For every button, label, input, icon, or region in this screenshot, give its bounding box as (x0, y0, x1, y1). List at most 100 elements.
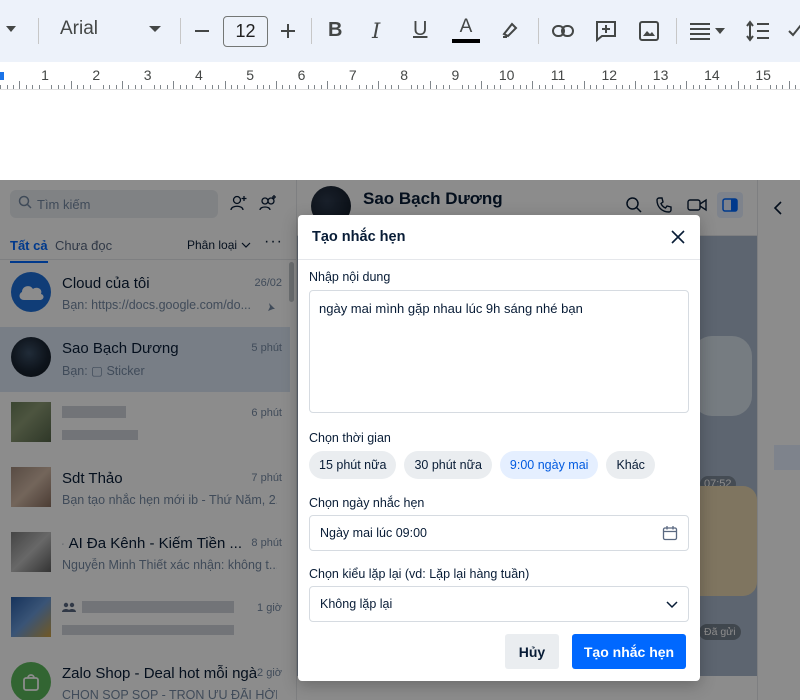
ruler-tick (154, 85, 155, 89)
ruler-tick (788, 81, 790, 89)
ruler-number: 8 (400, 67, 408, 83)
text-color-icon[interactable]: A (452, 16, 480, 43)
ruler-number: 13 (652, 67, 669, 83)
ruler-tick (333, 85, 335, 89)
ruler-number: 10 (498, 67, 515, 83)
dialog-header: Tạo nhắc hẹn (298, 215, 700, 260)
ruler-number: 5 (246, 67, 255, 83)
ruler-tick (57, 85, 59, 89)
ruler-tick (615, 85, 617, 89)
ruler-tick (109, 85, 111, 89)
ruler-tick (750, 85, 752, 89)
ruler-tick (64, 85, 66, 89)
ruler-tick (263, 85, 265, 89)
ruler-number: 1 (41, 67, 49, 83)
link-icon[interactable] (551, 21, 575, 41)
increase-size-icon[interactable] (279, 22, 297, 40)
calendar-icon[interactable] (662, 525, 678, 544)
ruler-tick (551, 85, 553, 89)
underline-icon[interactable]: U (413, 18, 427, 41)
ruler-tick (776, 85, 778, 89)
ruler-tick (673, 85, 675, 89)
chip-tomorrow-9am[interactable]: 9:00 ngày mai (499, 451, 599, 479)
ruler-tick (38, 85, 40, 89)
ruler-tick (743, 85, 745, 89)
content-label: Nhập nội dung (309, 270, 391, 284)
ruler-tick (70, 81, 72, 89)
checklist-icon[interactable] (788, 22, 800, 40)
ruler-tick (737, 81, 739, 89)
font-dropdown-icon[interactable] (148, 24, 162, 34)
ruler-tick (397, 85, 399, 89)
ruler-tick (692, 85, 694, 89)
indent-marker[interactable] (0, 72, 4, 80)
ruler-tick (6, 85, 8, 89)
highlight-icon[interactable] (500, 20, 520, 40)
create-reminder-button[interactable]: Tạo nhắc hẹn (572, 634, 686, 669)
ruler-tick (173, 81, 175, 89)
ruler-number: 7 (348, 67, 357, 83)
ruler-tick (25, 85, 27, 89)
cancel-button[interactable]: Hủy (505, 634, 559, 669)
align-icon[interactable] (689, 22, 725, 40)
font-family-select[interactable]: Arial (60, 18, 98, 40)
ruler-tick (378, 81, 380, 89)
ruler-tick (416, 85, 418, 89)
ruler-tick (686, 81, 688, 89)
ruler-tick (211, 85, 213, 89)
bold-icon[interactable]: B (328, 19, 342, 42)
ruler-tick (756, 85, 758, 89)
ruler-tick (481, 81, 483, 89)
create-reminder-dialog: Tạo nhắc hẹn Nhập nội dung ngày mai mình… (298, 215, 700, 681)
ruler-tick (647, 85, 649, 89)
comment-icon[interactable] (594, 19, 618, 43)
ruler-tick (0, 85, 2, 89)
chip-other[interactable]: Khác (606, 451, 655, 479)
ruler: 1 2 3 4 5 6 7 8 9 10 11 12 13 14 15 (0, 62, 800, 90)
line-spacing-icon[interactable] (746, 20, 770, 42)
toolbar-divider (38, 18, 39, 44)
chevron-down-icon[interactable] (4, 22, 18, 36)
ruler-tick (243, 85, 245, 89)
ruler-tick (602, 85, 604, 89)
ruler-tick (141, 85, 143, 89)
ruler-number: 11 (550, 67, 566, 83)
ruler-tick (436, 85, 438, 89)
ruler-tick (134, 85, 136, 89)
content-textarea[interactable]: ngày mai mình gặp nhau lúc 9h sáng nhé b… (309, 290, 689, 413)
document-page[interactable] (0, 90, 800, 180)
chip-30-minutes[interactable]: 30 phút nữa (404, 451, 492, 479)
ruler-tick (102, 85, 104, 89)
ruler-tick (667, 85, 668, 89)
italic-icon[interactable]: I (372, 19, 380, 43)
ruler-tick (782, 85, 784, 89)
ruler-tick (339, 85, 341, 89)
ruler-tick (474, 85, 476, 89)
ruler-tick (538, 85, 540, 89)
text-color-letter: A (459, 16, 473, 37)
ruler-tick (372, 85, 374, 89)
image-icon[interactable] (638, 20, 660, 42)
close-button[interactable] (668, 227, 688, 247)
repeat-label: Chọn kiểu lặp lại (vd: Lặp lại hàng tuần… (309, 567, 530, 581)
ruler-tick (577, 85, 579, 89)
decrease-size-icon[interactable] (193, 22, 211, 40)
ruler-tick (545, 85, 547, 89)
ruler-number: 2 (92, 67, 101, 83)
ruler-tick (532, 81, 534, 89)
text-color-swatch (452, 39, 480, 43)
ruler-number: 9 (451, 67, 460, 83)
font-size-input[interactable]: 12 (223, 16, 268, 47)
ruler-tick (121, 81, 123, 89)
ruler-tick (346, 85, 348, 89)
ruler-number: 4 (194, 67, 203, 83)
docs-toolbar: Arial 12 B I U A (0, 0, 800, 62)
ruler-tick (596, 85, 598, 89)
date-label: Chọn ngày nhắc hẹn (309, 496, 425, 510)
chip-15-minutes[interactable]: 15 phút nữa (309, 451, 397, 479)
repeat-value: Không lặp lại (320, 597, 393, 611)
time-label: Chọn thời gian (309, 431, 391, 445)
date-picker-field[interactable]: Ngày mai lúc 09:00 (309, 515, 689, 551)
ruler-tick (500, 85, 502, 89)
repeat-select[interactable]: Không lặp lại (309, 586, 689, 622)
